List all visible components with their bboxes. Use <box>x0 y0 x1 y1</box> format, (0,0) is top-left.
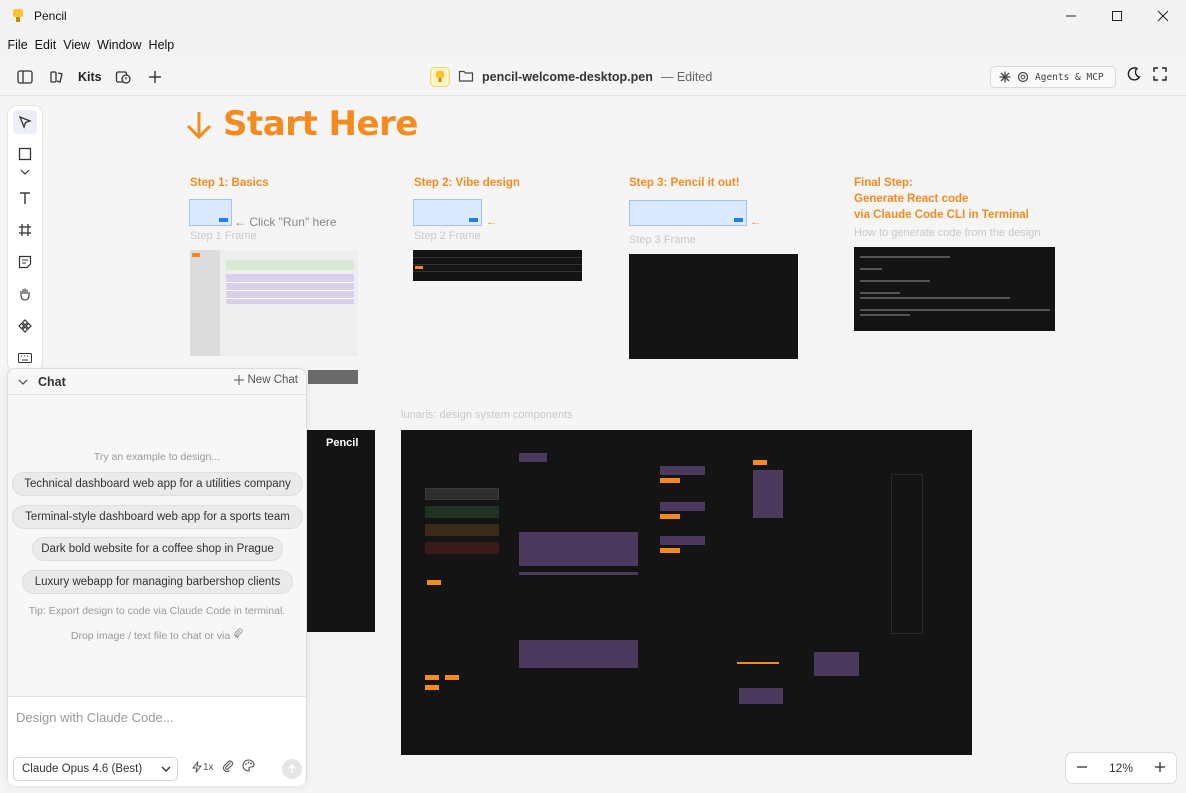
agents-mcp-button[interactable]: Agents & MCP <box>990 66 1116 88</box>
arrow-left-icon: ← <box>750 216 761 228</box>
window-title: Pencil <box>34 9 67 23</box>
zoom-level[interactable]: 12% <box>1109 761 1133 775</box>
heading-arrow-icon <box>186 110 212 143</box>
claude-spark-icon <box>999 71 1011 83</box>
menu-edit[interactable]: Edit <box>31 38 60 52</box>
tool-rail <box>8 106 42 371</box>
step1-button-shape[interactable] <box>308 370 358 384</box>
file-name: pencil-welcome-desktop.pen <box>482 70 653 84</box>
components-icon[interactable] <box>15 316 35 336</box>
menu-bar: File Edit View Window Help <box>0 32 1186 58</box>
step3-frame[interactable] <box>629 254 798 359</box>
folder-icon[interactable] <box>458 69 474 86</box>
model-select-label: Claude Opus 4.6 (Best) <box>22 763 143 775</box>
step2-title: Step 2: Vibe design <box>414 177 520 189</box>
menu-help[interactable]: Help <box>145 38 178 52</box>
menu-view[interactable]: View <box>60 38 94 52</box>
zoom-out-button[interactable] <box>1076 761 1088 776</box>
step1-frame[interactable] <box>190 250 358 356</box>
arrow-left-icon: ← <box>486 216 497 228</box>
example-prompt-2[interactable]: Terminal-style dashboard web app for a s… <box>12 505 303 529</box>
keyboard-icon[interactable] <box>15 348 35 368</box>
lunaris-label: lunaris: design system components <box>401 409 573 421</box>
rectangle-tool-icon[interactable] <box>15 144 35 164</box>
pencil-badge-icon <box>430 67 450 87</box>
canvas-heading: Start Here <box>223 104 418 144</box>
new-chat-button[interactable]: New Chat <box>233 374 298 386</box>
minimize-button[interactable] <box>1048 0 1094 32</box>
final-step-subtitle: How to generate code from the design <box>854 227 1041 239</box>
collapse-chevron-icon[interactable] <box>18 379 30 385</box>
step3-title: Step 3: Pencil it out! <box>629 177 740 189</box>
chat-title: Chat <box>38 374 66 389</box>
example-prompt-3[interactable]: Dark bold website for a coffee shop in P… <box>32 537 283 561</box>
history-icon[interactable] <box>112 66 134 88</box>
final-step-frame[interactable] <box>854 247 1055 331</box>
pencil-brand-label: Pencil <box>326 437 359 449</box>
step2-note[interactable] <box>413 199 482 226</box>
title-bar: Pencil <box>0 0 1186 32</box>
lightning-icon <box>192 761 202 773</box>
step3-frame-label: Step 3 Frame <box>629 234 696 246</box>
step1-frame-label: Step 1 Frame <box>190 230 257 242</box>
step3-note[interactable] <box>629 200 747 226</box>
paperclip-icon[interactable] <box>233 628 243 639</box>
run-button[interactable] <box>219 218 228 222</box>
export-tip: Tip: Export design to code via Claude Co… <box>28 605 286 617</box>
pencil-brand-frame[interactable]: Pencil <box>300 430 375 632</box>
step2-frame-label: Step 2 Frame <box>414 230 481 242</box>
zoom-in-button[interactable] <box>1154 761 1166 776</box>
chat-panel: Chat New Chat Try an example to design..… <box>7 368 307 786</box>
lunaris-frame[interactable] <box>401 430 972 755</box>
chevron-down-icon[interactable] <box>15 166 35 178</box>
maximize-button[interactable] <box>1094 0 1140 32</box>
step1-note[interactable] <box>189 199 232 226</box>
select-tool-icon[interactable] <box>13 110 37 134</box>
top-toolbar: Kits pencil-welcome-desktop.pen — Edited… <box>0 58 1186 96</box>
chat-input[interactable] <box>16 707 296 727</box>
frame-tool-icon[interactable] <box>15 220 35 240</box>
fullscreen-icon[interactable] <box>1152 66 1168 85</box>
model-select[interactable]: Claude Opus 4.6 (Best) <box>13 757 178 781</box>
kits-button[interactable]: Kits <box>78 70 102 84</box>
file-status: — Edited <box>660 70 713 84</box>
example-prompt-4[interactable]: Luxury webapp for managing barbershop cl… <box>22 570 293 594</box>
drop-hint: Drop image / text file to chat or via <box>8 628 306 642</box>
step1-title: Step 1: Basics <box>190 177 269 189</box>
final-step-title: Final Step: Generate React code via Clau… <box>854 177 1029 221</box>
agents-mcp-label: Agents & MCP <box>1035 71 1104 83</box>
close-window-button[interactable] <box>1140 0 1186 32</box>
plus-icon <box>233 375 244 385</box>
step2-frame[interactable] <box>413 250 582 281</box>
openai-icon <box>1017 71 1029 83</box>
sidebar-toggle-icon[interactable] <box>14 66 36 88</box>
try-example-text: Try an example to design... <box>93 451 221 463</box>
attach-icon[interactable] <box>222 759 234 775</box>
zoom-control: 12% <box>1065 752 1177 784</box>
sticky-note-icon[interactable] <box>15 252 35 272</box>
arrow-up-icon <box>287 764 297 773</box>
run-button[interactable] <box>469 218 478 222</box>
chevron-down-icon <box>161 766 171 772</box>
run-button[interactable] <box>734 218 743 222</box>
menu-file[interactable]: File <box>4 38 31 52</box>
hand-tool-icon[interactable] <box>15 284 35 304</box>
dark-mode-icon[interactable] <box>1126 66 1142 85</box>
menu-window[interactable]: Window <box>94 38 145 52</box>
palette-icon[interactable] <box>242 759 255 775</box>
send-button[interactable] <box>282 759 302 779</box>
speed-toggle[interactable]: 1x <box>192 761 214 773</box>
click-run-hint: ← Click "Run" here <box>234 215 337 229</box>
example-prompt-1[interactable]: Technical dashboard web app for a utilit… <box>12 472 303 496</box>
pencil-app-icon <box>10 8 26 24</box>
text-tool-icon[interactable] <box>15 188 35 208</box>
kits-icon[interactable] <box>46 66 68 88</box>
add-icon[interactable] <box>144 66 166 88</box>
chat-composer: Claude Opus 4.6 (Best) 1x <box>8 696 306 786</box>
chat-header: Chat New Chat <box>8 369 306 395</box>
